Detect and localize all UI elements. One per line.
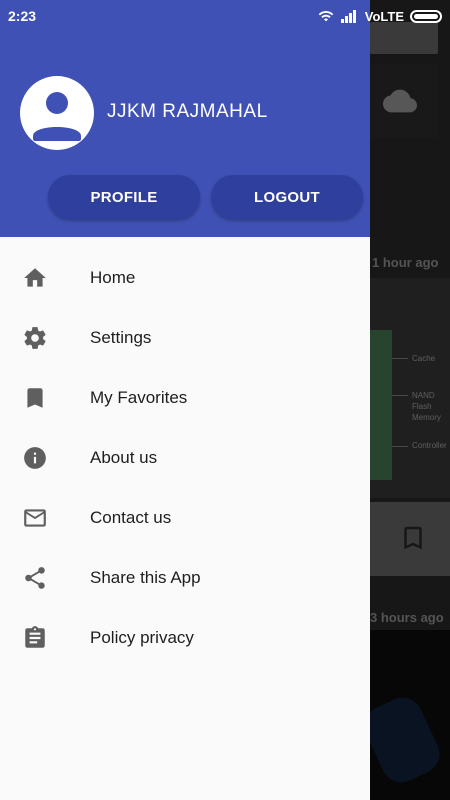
menu-item-label: Home [90,268,136,287]
menu-item-favorites[interactable]: My Favorites [0,368,370,428]
share-icon [22,565,48,591]
battery-icon [410,9,442,23]
clipboard-icon [22,625,48,651]
status-bar: 2:23 VoLTE [0,0,450,32]
signal-icon [340,10,356,23]
gear-icon [22,325,48,351]
bookmark-icon [22,385,48,411]
drawer-menu: Home Settings My Favorites About us Cont… [0,248,370,668]
profile-button[interactable]: PROFILE [48,175,200,219]
menu-item-label: Policy privacy [90,628,194,647]
navigation-drawer: JJKM RAJMAHAL PROFILE LOGOUT Home Settin… [0,0,370,800]
menu-item-label: Contact us [90,508,172,527]
wifi-icon [318,10,334,22]
home-icon [22,265,48,291]
menu-item-label: About us [90,448,158,467]
avatar[interactable] [20,76,94,150]
menu-item-settings[interactable]: Settings [0,308,370,368]
network-type: VoLTE [364,8,404,24]
user-avatar-icon [33,92,81,141]
menu-item-label: Share this App [90,568,201,587]
mail-icon [22,505,48,531]
menu-item-about[interactable]: About us [0,428,370,488]
status-time: 2:23 [8,8,37,24]
status-indicators: VoLTE [317,8,442,24]
menu-item-contact[interactable]: Contact us [0,488,370,548]
logout-button[interactable]: LOGOUT [211,175,363,219]
menu-item-privacy-policy[interactable]: Policy privacy [0,608,370,668]
menu-item-home[interactable]: Home [0,248,370,308]
drawer-header: JJKM RAJMAHAL PROFILE LOGOUT [0,0,370,237]
menu-item-share[interactable]: Share this App [0,548,370,608]
menu-item-label: Settings [90,328,152,347]
menu-item-label: My Favorites [90,388,188,407]
user-name: JJKM RAJMAHAL [107,101,268,122]
info-icon [22,445,48,471]
